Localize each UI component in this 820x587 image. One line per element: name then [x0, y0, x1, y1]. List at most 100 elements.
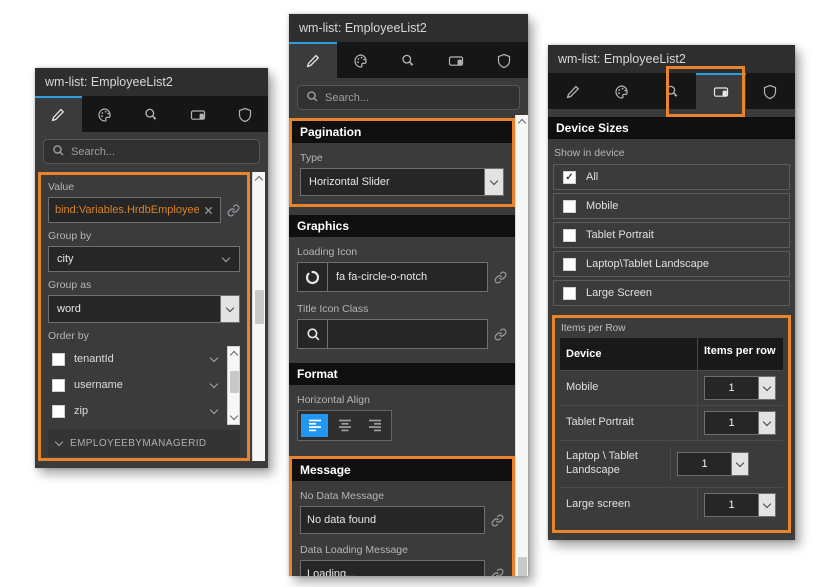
chevron-down-icon: [763, 418, 771, 426]
device-label: Mobile: [586, 200, 618, 212]
panel-scrollbar[interactable]: [515, 115, 528, 576]
scroll-thumb[interactable]: [518, 557, 527, 576]
select-dropdown-button[interactable]: [484, 169, 503, 195]
bind-link-icon[interactable]: [491, 568, 504, 577]
title-icon-class-input[interactable]: [297, 319, 488, 349]
no-data-message-label: No Data Message: [300, 490, 504, 502]
tab-styles[interactable]: [337, 42, 385, 78]
shield-icon: [495, 52, 513, 70]
data-loading-message-input[interactable]: Loading...: [300, 560, 485, 576]
checkbox-unchecked[interactable]: [52, 405, 65, 418]
search-placeholder: Search...: [71, 146, 115, 158]
tab-properties[interactable]: [35, 96, 82, 132]
clear-value-icon[interactable]: [203, 205, 214, 216]
align-right-button[interactable]: [361, 414, 388, 437]
search-input[interactable]: Search...: [297, 85, 520, 110]
employeebymanagerid-section[interactable]: EMPLOYEEBYMANAGERID: [48, 430, 240, 456]
order-by-row[interactable]: tenantId: [48, 346, 227, 372]
format-section-header[interactable]: Format: [289, 363, 515, 385]
device-checkbox-row[interactable]: Tablet Portrait: [553, 222, 790, 248]
tab-styles[interactable]: [82, 96, 129, 132]
items-per-row-select[interactable]: 1: [704, 376, 776, 400]
chevron-down-icon: [736, 459, 744, 467]
items-per-row-select[interactable]: 1: [704, 493, 776, 517]
select-dropdown-button[interactable]: [220, 296, 239, 322]
checkbox-unchecked[interactable]: [563, 258, 576, 271]
chevron-down-icon[interactable]: [210, 353, 218, 361]
select-dropdown-button[interactable]: [758, 494, 775, 516]
no-data-message-input[interactable]: No data found: [300, 506, 485, 534]
device-sizes-header[interactable]: Device Sizes: [548, 117, 795, 139]
scroll-up-icon[interactable]: [518, 119, 526, 127]
chevron-down-icon: [55, 437, 63, 445]
checkbox-checked[interactable]: ✓: [563, 171, 576, 184]
panel-scrollbar[interactable]: [252, 172, 265, 461]
value-input[interactable]: bind:Variables.HrdbEmployeeData1.dat: [48, 197, 221, 223]
loading-icon-input[interactable]: fa fa-circle-o-notch: [297, 262, 488, 292]
align-center-button[interactable]: [331, 414, 358, 437]
tab-device[interactable]: [175, 96, 222, 132]
properties-panel-data: wm-list: EmployeeList2 Search... Value b…: [35, 68, 268, 468]
bind-link-icon[interactable]: [494, 328, 507, 341]
tab-advanced[interactable]: [385, 42, 433, 78]
scroll-up-icon[interactable]: [255, 176, 263, 184]
tab-device[interactable]: [696, 73, 745, 109]
checkbox-unchecked[interactable]: [563, 229, 576, 242]
horizontal-align-group: [297, 410, 392, 441]
pencil-icon: [49, 106, 67, 124]
bind-link-icon[interactable]: [227, 204, 240, 217]
device-checkbox-row[interactable]: Mobile: [553, 193, 790, 219]
tab-styles[interactable]: [597, 73, 646, 109]
items-per-row-select[interactable]: 1: [677, 452, 749, 476]
group-by-select[interactable]: city: [48, 246, 240, 272]
group-by-value: city: [57, 253, 217, 265]
tab-advanced[interactable]: [128, 96, 175, 132]
device-checkbox-row[interactable]: Large Screen: [553, 280, 790, 306]
bind-link-icon[interactable]: [494, 271, 507, 284]
highlight-box-dataset: Value bind:Variables.HrdbEmployeeData1.d…: [38, 172, 250, 461]
tab-properties[interactable]: [289, 42, 337, 78]
tab-security[interactable]: [221, 96, 268, 132]
order-list-scrollbar[interactable]: [227, 346, 240, 425]
align-left-button[interactable]: [301, 414, 328, 437]
scroll-down-icon[interactable]: [230, 412, 238, 420]
horizontal-align-label: Horizontal Align: [297, 394, 507, 406]
pagination-type-select[interactable]: Horizontal Slider: [300, 168, 504, 196]
items-per-row-select[interactable]: 1: [704, 411, 776, 435]
scroll-thumb[interactable]: [255, 290, 264, 324]
highlight-box-items-per-row: Items per Row Device Items per row Mobil…: [552, 315, 791, 533]
tab-device[interactable]: [432, 42, 480, 78]
checkbox-unchecked[interactable]: [563, 200, 576, 213]
scroll-thumb[interactable]: [230, 371, 239, 393]
select-dropdown-button[interactable]: [758, 377, 775, 399]
order-by-row[interactable]: username: [48, 372, 227, 398]
pagination-section-header[interactable]: Pagination: [292, 121, 512, 143]
value-label: Value: [48, 181, 240, 193]
tab-security[interactable]: [480, 42, 528, 78]
tab-properties[interactable]: [548, 73, 597, 109]
search-icon: [52, 144, 64, 159]
checkbox-unchecked[interactable]: [563, 287, 576, 300]
chevron-down-icon[interactable]: [210, 379, 218, 387]
chevron-down-icon: [490, 177, 498, 185]
select-dropdown-button[interactable]: [731, 453, 748, 475]
group-as-select[interactable]: word: [48, 295, 240, 323]
scroll-up-icon[interactable]: [230, 351, 238, 359]
tab-advanced[interactable]: [647, 73, 696, 109]
device-checkbox-row[interactable]: ✓ All: [553, 164, 790, 190]
items-table-row: Mobile 1: [560, 370, 783, 405]
message-section-header[interactable]: Message: [292, 459, 512, 481]
tab-security[interactable]: [746, 73, 795, 109]
order-by-row[interactable]: zip: [48, 398, 227, 424]
bind-link-icon[interactable]: [491, 514, 504, 527]
chevron-down-icon[interactable]: [210, 405, 218, 413]
select-dropdown-button[interactable]: [758, 412, 775, 434]
panel-title: wm-list: EmployeeList2: [289, 14, 528, 42]
graphics-section-header[interactable]: Graphics: [289, 215, 515, 237]
checkbox-unchecked[interactable]: [52, 379, 65, 392]
checkbox-unchecked[interactable]: [52, 353, 65, 366]
search-input[interactable]: Search...: [43, 139, 260, 164]
pencil-icon: [564, 83, 582, 101]
device-checkbox-row[interactable]: Laptop\Tablet Landscape: [553, 251, 790, 277]
data-loading-message-label: Data Loading Message: [300, 544, 504, 556]
